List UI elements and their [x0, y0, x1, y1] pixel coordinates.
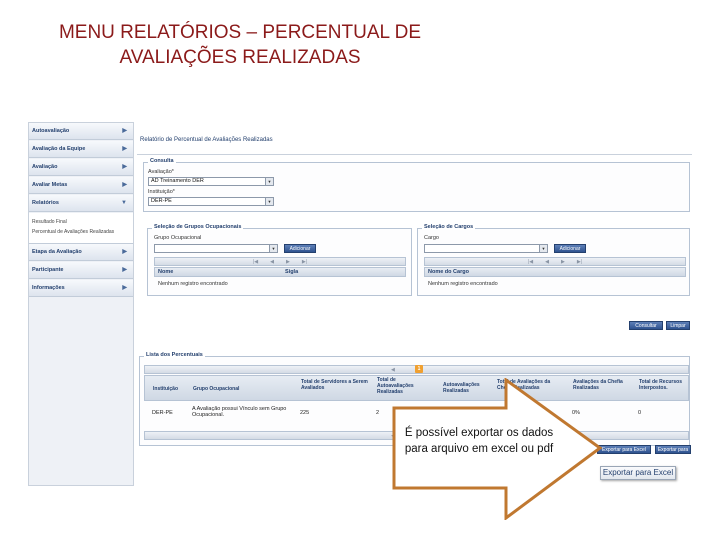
next-page-icon[interactable]: ▶	[561, 258, 565, 266]
chevron-down-icon: ▼	[121, 200, 127, 206]
cell-instituicao: DER-PE	[152, 410, 173, 416]
consultar-button[interactable]: Consultar	[629, 321, 663, 330]
resultados-legend: Lista dos Percentuais	[144, 352, 205, 358]
callout-text: É possível exportar os dados para arquiv…	[404, 427, 554, 455]
col-instituicao: Instituição	[153, 386, 179, 392]
sidebar-item-avaliacao[interactable]: Avaliação ▶	[29, 159, 133, 176]
sidebar-subitem-percentual-avaliacoes[interactable]: Percentual de Avaliações Realizadas	[29, 227, 133, 237]
sidebar-subitem-resultado-final[interactable]: Resultado Final	[29, 217, 133, 227]
cell-grupo: A Avaliação possui Vínculo sem Grupo Ocu…	[192, 406, 287, 418]
prev-page-icon[interactable]: ◀	[391, 366, 395, 374]
grupos-legend: Seleção de Grupos Ocupacionais	[152, 224, 244, 230]
limpar-button[interactable]: Limpar	[666, 321, 690, 330]
cargo-pager: |◀ ◀ ▶ ▶|	[424, 257, 686, 266]
instituicao-select[interactable]: DER-PE ▼	[148, 197, 274, 206]
sidebar-item-informacoes[interactable]: Informações ▶	[29, 280, 133, 297]
cell-total-auto: 2	[376, 410, 380, 416]
heading-divider	[137, 154, 692, 155]
chevron-right-icon: ▶	[122, 146, 127, 152]
sidebar-item-participante[interactable]: Participante ▶	[29, 262, 133, 279]
sidebar-item-label: Relatórios	[32, 200, 59, 206]
col-grupo-ocupacional: Grupo Ocupacional	[193, 386, 240, 392]
grupo-empty-message: Nenhum registro encontrado	[158, 281, 228, 287]
grupo-ocupacional-select[interactable]: ▼	[154, 244, 278, 253]
grupo-ocupacional-label: Grupo Ocupacional	[154, 235, 202, 241]
consulta-legend: Consulta	[148, 158, 176, 164]
col-sigla: Sigla	[285, 269, 299, 275]
sidebar-item-label: Autoavaliação	[32, 128, 70, 134]
prev-page-icon[interactable]: ◀	[270, 258, 274, 266]
sidebar-item-autoavaliacao[interactable]: Autoavaliação ▶	[29, 123, 133, 140]
chevron-right-icon: ▶	[122, 164, 127, 170]
sidebar-submenu-relatorios: Resultado Final Percentual de Avaliações…	[29, 213, 133, 244]
cargos-legend: Seleção de Cargos	[422, 224, 476, 230]
prev-page-icon[interactable]: ◀	[545, 258, 549, 266]
grupos-fieldset: Seleção de Grupos Ocupacionais Grupo Ocu…	[147, 224, 412, 296]
last-page-icon[interactable]: ▶|	[302, 258, 307, 266]
export-pdf-button[interactable]: Exportar para PDF	[655, 445, 691, 462]
export-excel-zoom-button[interactable]: Exportar para Excel	[600, 466, 676, 480]
chevron-right-icon: ▶	[122, 128, 127, 134]
chevron-right-icon: ▶	[122, 249, 127, 255]
chevron-right-icon: ▶	[122, 285, 127, 291]
chevron-down-icon: ▼	[265, 198, 273, 205]
cargo-table-header: Nome do Cargo	[424, 267, 686, 277]
sidebar-item-label: Avaliação da Equipe	[32, 146, 86, 152]
cargos-fieldset: Seleção de Cargos Cargo ▼ Adicionar |◀ ◀ ▶…	[417, 224, 690, 296]
chevron-down-icon: ▼	[269, 245, 277, 252]
instituicao-select-value: DER-PE	[151, 198, 172, 204]
col-total-servidores: Total de Servidores a Serem Avaliados	[301, 379, 368, 391]
grupo-pager: |◀ ◀ ▶ ▶|	[154, 257, 406, 266]
sidebar-item-label: Participante	[32, 267, 64, 273]
slide-title-line-1: MENU RELATÓRIOS – PERCENTUAL DE	[58, 22, 422, 43]
grupo-table-header: Nome Sigla	[154, 267, 406, 277]
sidebar-item-label: Informações	[32, 285, 65, 291]
sidebar-item-etapa-avaliacao[interactable]: Etapa da Avaliação ▶	[29, 244, 133, 261]
sidebar-item-avaliar-metas[interactable]: Avaliar Metas ▶	[29, 177, 133, 194]
cargo-empty-message: Nenhum registro encontrado	[428, 281, 498, 287]
current-page-badge[interactable]: 1	[415, 365, 423, 373]
chevron-down-icon: ▼	[265, 178, 273, 185]
col-recursos: Total de Recursos Interpostos.	[639, 379, 682, 391]
next-page-icon[interactable]: ▶	[286, 258, 290, 266]
sidebar-item-label: Avaliar Metas	[32, 182, 68, 188]
slide-title-line-2: AVALIAÇÕES REALIZADAS	[119, 47, 361, 68]
avaliacao-select[interactable]: AD Treinamento DER ▼	[148, 177, 274, 186]
avaliacao-label: Avaliação*	[148, 169, 174, 175]
cargo-add-button[interactable]: Adicionar	[554, 244, 586, 253]
slide-title: MENU RELATÓRIOS – PERCENTUAL DE AVALIAÇÕ…	[40, 20, 440, 70]
page-heading: Relatório de Percentual de Avaliações Re…	[140, 137, 273, 143]
sidebar: Autoavaliação ▶ Avaliação da Equipe ▶ Av…	[28, 122, 134, 486]
avaliacao-select-value: AD Treinamento DER	[151, 178, 204, 184]
consulta-fieldset: Consulta Avaliação* AD Treinamento DER ▼…	[143, 158, 690, 212]
sidebar-item-label: Avaliação	[32, 164, 58, 170]
cargo-label: Cargo	[424, 235, 439, 241]
cell-total-servidores: 225	[300, 410, 310, 416]
col-nome-cargo: Nome do Cargo	[428, 269, 469, 275]
sidebar-item-relatorios[interactable]: Relatórios ▼	[29, 195, 133, 212]
cargo-select[interactable]: ▼	[424, 244, 548, 253]
cell-recursos: 0	[638, 410, 642, 416]
first-page-icon[interactable]: |◀	[253, 258, 258, 266]
first-page-icon[interactable]: |◀	[528, 258, 533, 266]
instituicao-label: Instituição*	[148, 189, 175, 195]
grupo-add-button[interactable]: Adicionar	[284, 244, 316, 253]
sidebar-item-avaliacao-equipe[interactable]: Avaliação da Equipe ▶	[29, 141, 133, 158]
col-nome: Nome	[158, 269, 174, 275]
chevron-right-icon: ▶	[122, 267, 127, 273]
chevron-down-icon: ▼	[539, 245, 547, 252]
last-page-icon[interactable]: ▶|	[577, 258, 582, 266]
export-excel-button[interactable]: Exportar para Excel	[597, 445, 651, 454]
sidebar-item-label: Etapa da Avaliação	[32, 249, 82, 255]
chevron-right-icon: ▶	[122, 182, 127, 188]
